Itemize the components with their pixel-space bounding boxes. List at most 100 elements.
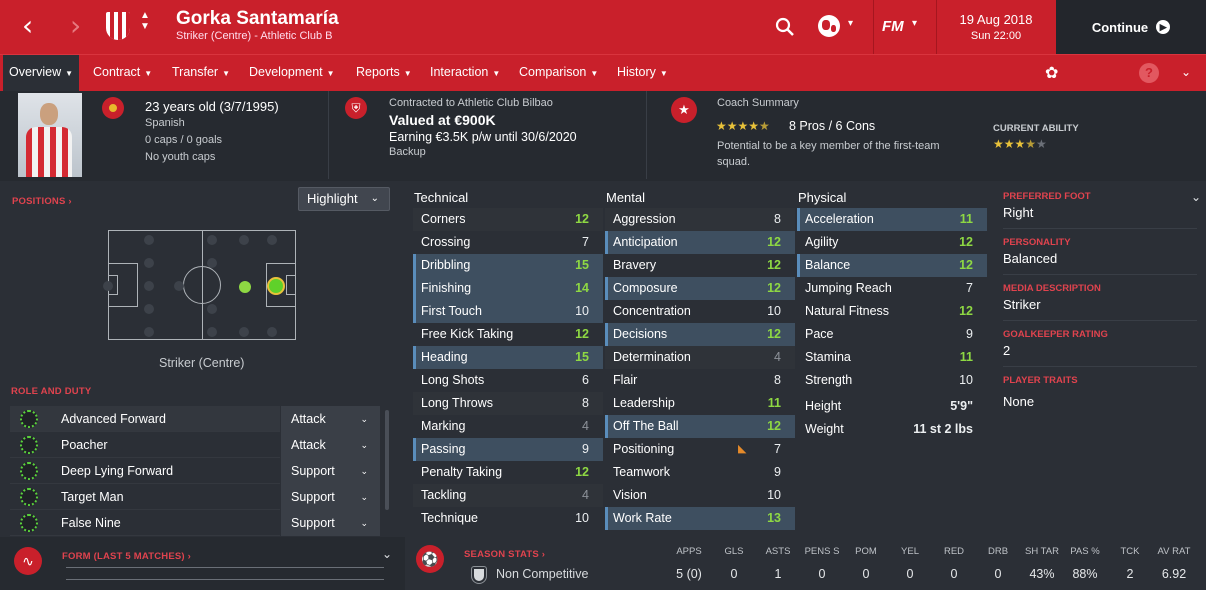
role-row[interactable]: False Nine Support ⌄ [10, 510, 380, 536]
attribute-row[interactable]: Anticipation 12 [605, 231, 795, 254]
contract-club-icon: ⛨ [345, 97, 367, 119]
attribute-row[interactable]: Positioning ◣ 7 [605, 438, 795, 461]
attribute-row[interactable]: Corners 12 [413, 208, 603, 231]
player-switch-arrows-icon[interactable]: ▲ ▼ [140, 10, 150, 32]
role-row[interactable]: Advanced Forward Attack ⌄ [10, 406, 380, 432]
attribute-row[interactable]: Penalty Taking 12 [413, 461, 603, 484]
technical-column: Technical Corners 12 Crossing 7 Dribbling 1… [413, 190, 603, 530]
spain-flag-icon [102, 97, 124, 119]
form-collapse-chevron-icon[interactable]: ⌄ [382, 547, 392, 561]
form-header[interactable]: FORM (LAST 5 MATCHES) › [62, 551, 191, 562]
more-chevron-icon[interactable]: ⌄ [1181, 65, 1191, 79]
attribute-row[interactable]: Natural Fitness 12 [797, 300, 987, 323]
duty-dropdown[interactable]: Support ⌄ [280, 458, 380, 484]
attribute-row[interactable]: Long Throws 8 [413, 392, 603, 415]
role-row[interactable]: Target Man Support ⌄ [10, 484, 380, 510]
attribute-row[interactable]: Crossing 7 [413, 231, 603, 254]
help-icon[interactable]: ? [1139, 63, 1159, 83]
attribute-row[interactable]: Vision 10 [605, 484, 795, 507]
competition-name: Non Competitive [496, 567, 589, 581]
continue-button[interactable]: Continue ▶ [1056, 0, 1206, 54]
current-time: Sun 22:00 [970, 30, 1022, 42]
tab-contract[interactable]: Contract ▼ [93, 55, 152, 91]
personality-value: Balanced [1003, 251, 1058, 266]
football-icon: ⚽ [416, 545, 444, 573]
attribute-row[interactable]: Free Kick Taking 12 [413, 323, 603, 346]
fm-menu[interactable]: FM [882, 18, 904, 35]
role-row[interactable]: Deep Lying Forward Support ⌄ [10, 458, 380, 484]
attribute-row[interactable]: Acceleration 11 [797, 208, 987, 231]
tab-interaction[interactable]: Interaction ▼ [430, 55, 500, 91]
attribute-row[interactable]: Dribbling 15 [413, 254, 603, 277]
attribute-row[interactable]: Flair 8 [605, 369, 795, 392]
tab-overview[interactable]: Overview ▼ [3, 55, 80, 91]
highlight-dropdown[interactable]: Highlight ⌄ [298, 187, 390, 211]
attribute-row[interactable]: Off The Ball 12 [605, 415, 795, 438]
details-collapse-chevron-icon[interactable]: ⌄ [1191, 190, 1201, 204]
coach-summary-counts[interactable]: 8 Pros / 6 Cons [789, 119, 875, 133]
role-fit-icon [20, 436, 38, 454]
attribute-row[interactable]: Marking 4 [413, 415, 603, 438]
role-row[interactable]: Poacher Attack ⌄ [10, 432, 380, 458]
stat-value: 6.92 [1161, 567, 1187, 581]
back-arrow-icon[interactable]: ‹ [22, 12, 33, 40]
search-icon[interactable] [775, 17, 795, 37]
continue-label: Continue [1091, 19, 1149, 35]
role-fit-icon [20, 410, 38, 428]
attribute-row[interactable]: Work Rate 13 [605, 507, 795, 530]
duty-dropdown[interactable]: Attack ⌄ [280, 406, 380, 432]
club-crest-icon [106, 12, 130, 40]
people-icon[interactable]: ✿ [1045, 63, 1058, 83]
player-details-panel: PREFERRED FOOT ⌄ Right PERSONALITY Balan… [1003, 190, 1203, 409]
attribute-row[interactable]: Pace 9 [797, 323, 987, 346]
tab-development[interactable]: Development ▼ [249, 55, 335, 91]
attribute-row[interactable]: Agility 12 [797, 231, 987, 254]
attribute-row[interactable]: Aggression 8 [605, 208, 795, 231]
attribute-row[interactable]: Stamina 11 [797, 346, 987, 369]
season-stats-header[interactable]: SEASON STATS › [464, 549, 545, 560]
fm-chevron-icon[interactable]: ▾ [912, 18, 917, 29]
attribute-row[interactable]: First Touch 10 [413, 300, 603, 323]
player-name: Gorka Santamaría [176, 8, 339, 29]
play-icon: ▶ [1156, 20, 1171, 34]
duty-dropdown[interactable]: Attack ⌄ [280, 432, 380, 458]
attribute-row[interactable]: Tackling 4 [413, 484, 603, 507]
globe-chevron-icon[interactable]: ▾ [848, 18, 853, 29]
attribute-row[interactable]: Finishing 14 [413, 277, 603, 300]
positions-header[interactable]: POSITIONS › [12, 196, 72, 207]
attribute-row[interactable]: Passing 9 [413, 438, 603, 461]
duty-dropdown[interactable]: Support ⌄ [280, 484, 380, 510]
role-scrollbar[interactable] [385, 410, 389, 510]
attribute-row[interactable]: Composure 12 [605, 277, 795, 300]
player-youth-caps: No youth caps [145, 151, 216, 163]
globe-icon[interactable] [818, 15, 840, 37]
attribute-row[interactable]: Heading 15 [413, 346, 603, 369]
attribute-row[interactable]: Bravery 12 [605, 254, 795, 277]
attribute-row[interactable]: Balance 12 [797, 254, 987, 277]
tab-history[interactable]: History ▼ [617, 55, 668, 91]
height-row: Height 5'9" [805, 399, 973, 413]
attribute-row[interactable]: Long Shots 6 [413, 369, 603, 392]
mental-title: Mental [606, 190, 646, 205]
attribute-row[interactable]: Technique 10 [413, 507, 603, 530]
attribute-row[interactable]: Strength 10 [797, 369, 987, 392]
attribute-row[interactable]: Determination 4 [605, 346, 795, 369]
media-description-value: Striker [1003, 297, 1041, 312]
role-fit-icon [20, 514, 38, 532]
tab-reports[interactable]: Reports ▼ [356, 55, 412, 91]
goalkeeper-rating-label: GOALKEEPER RATING [1003, 329, 1108, 340]
forward-arrow-icon[interactable]: › [70, 12, 81, 40]
duty-dropdown[interactable]: Support ⌄ [280, 510, 380, 536]
attribute-row[interactable]: Concentration 10 [605, 300, 795, 323]
attribute-row[interactable]: Jumping Reach 7 [797, 277, 987, 300]
attribute-row[interactable]: Leadership 11 [605, 392, 795, 415]
attribute-row[interactable]: Teamwork 9 [605, 461, 795, 484]
contracted-to: Contracted to Athletic Club Bilbao [389, 97, 553, 109]
tab-comparison[interactable]: Comparison ▼ [519, 55, 598, 91]
form-chart-icon: ∿ [14, 547, 42, 575]
player-nationality: Spanish [145, 117, 185, 129]
tab-transfer[interactable]: Transfer ▼ [172, 55, 230, 91]
date-panel[interactable]: 19 Aug 2018 Sun 22:00 [936, 0, 1056, 54]
technical-title: Technical [414, 190, 469, 205]
attribute-row[interactable]: Decisions 12 [605, 323, 795, 346]
